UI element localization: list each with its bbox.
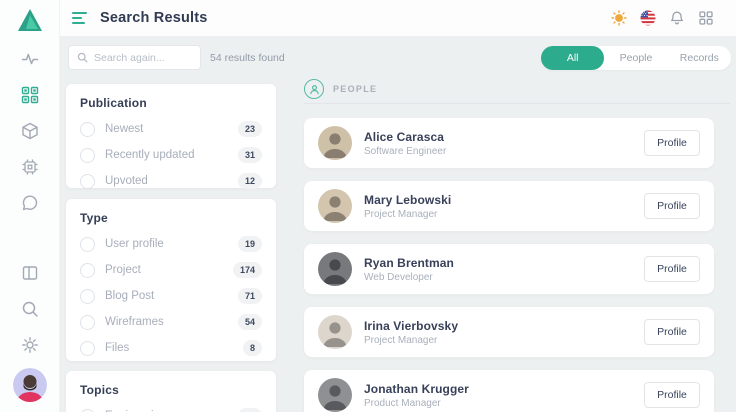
tab-people[interactable]: People xyxy=(604,46,667,70)
count-badge: 12 xyxy=(238,173,262,189)
person-role: Product Manager xyxy=(364,398,469,409)
results-count: 54 results found xyxy=(210,52,285,64)
tab-all[interactable]: All xyxy=(541,46,604,70)
theme-sun-icon[interactable] xyxy=(611,10,627,26)
person-card: Irina Vierbovsky Project Manager Profile xyxy=(304,307,714,357)
person-card: Ryan Brentman Web Developer Profile xyxy=(304,244,714,294)
filter-label: Files xyxy=(105,342,129,354)
profile-button[interactable]: Profile xyxy=(644,319,700,345)
radio-button[interactable] xyxy=(80,289,95,304)
filter-panel-topics: Topics Engineering 45 xyxy=(66,371,276,412)
filter-option-blog-post[interactable]: Blog Post 71 xyxy=(80,283,262,309)
radio-button[interactable] xyxy=(80,341,95,356)
filter-label: Newest xyxy=(105,123,143,135)
avatar xyxy=(318,315,352,349)
user-avatar[interactable] xyxy=(13,368,47,402)
person-card: Jonathan Krugger Product Manager Profile xyxy=(304,370,714,412)
person-role: Web Developer xyxy=(364,272,454,283)
radio-button[interactable] xyxy=(80,263,95,278)
divider xyxy=(304,103,730,104)
person-role: Software Engineer xyxy=(364,146,446,157)
filter-label: User profile xyxy=(105,238,164,250)
count-badge: 54 xyxy=(238,314,262,330)
profile-button[interactable]: Profile xyxy=(644,382,700,408)
filter-panel-publication: Publication Newest 23 Recently updated 3… xyxy=(66,84,276,188)
count-badge: 174 xyxy=(233,262,262,278)
person-name: Irina Vierbovsky xyxy=(364,319,458,333)
person-icon xyxy=(304,79,324,99)
filter-option-wireframes[interactable]: Wireframes 54 xyxy=(80,309,262,335)
radio-button[interactable] xyxy=(80,315,95,330)
filter-option-upvoted[interactable]: Upvoted 12 xyxy=(80,168,262,194)
panel-title: Type xyxy=(80,211,262,225)
filter-label: Blog Post xyxy=(105,290,154,302)
radio-button[interactable] xyxy=(80,409,95,412)
person-name: Alice Carasca xyxy=(364,130,446,144)
apps-grid-icon[interactable] xyxy=(698,10,714,26)
count-badge: 23 xyxy=(238,121,262,137)
tab-records[interactable]: Records xyxy=(668,46,731,70)
profile-button[interactable]: Profile xyxy=(644,256,700,282)
page-title: Search Results xyxy=(100,10,208,26)
search-icon xyxy=(77,52,88,63)
activity-icon[interactable] xyxy=(21,50,39,68)
layout-columns-icon[interactable] xyxy=(21,264,39,282)
person-role: Project Manager xyxy=(364,209,451,220)
people-results-list: Alice Carasca Software Engineer Profile … xyxy=(304,118,714,412)
search-input[interactable] xyxy=(94,52,192,64)
person-name: Ryan Brentman xyxy=(364,256,454,270)
app-logo-triangle-icon[interactable] xyxy=(17,8,43,32)
language-flag-us-icon[interactable] xyxy=(640,10,656,26)
search-icon[interactable] xyxy=(21,300,39,318)
filter-label: Wireframes xyxy=(105,316,164,328)
radio-button[interactable] xyxy=(80,237,95,252)
count-badge: 8 xyxy=(243,340,262,356)
filter-label: Recently updated xyxy=(105,149,195,161)
chat-bubble-icon[interactable] xyxy=(21,194,39,212)
search-box xyxy=(68,45,201,70)
hamburger-menu-icon[interactable] xyxy=(72,12,88,24)
filter-option-recently-updated[interactable]: Recently updated 31 xyxy=(80,142,262,168)
profile-button[interactable]: Profile xyxy=(644,193,700,219)
person-card: Alice Carasca Software Engineer Profile xyxy=(304,118,714,168)
filter-label: Upvoted xyxy=(105,175,148,187)
dashboard-grid-icon[interactable] xyxy=(21,86,39,104)
count-badge: 45 xyxy=(238,408,262,412)
person-role: Project Manager xyxy=(364,335,458,346)
filter-option-project[interactable]: Project 174 xyxy=(80,257,262,283)
filter-label: Project xyxy=(105,264,141,276)
filter-option-newest[interactable]: Newest 23 xyxy=(80,116,262,142)
avatar xyxy=(318,378,352,412)
filter-option-files[interactable]: Files 8 xyxy=(80,335,262,361)
people-section-label: PEOPLE xyxy=(333,84,377,94)
filter-option-user-profile[interactable]: User profile 19 xyxy=(80,231,262,257)
cpu-icon[interactable] xyxy=(21,158,39,176)
filter-option-engineering[interactable]: Engineering 45 xyxy=(80,403,262,412)
sidebar xyxy=(0,0,60,412)
filter-panel-type: Type User profile 19 Project 174 Blog Po… xyxy=(66,199,276,361)
radio-button[interactable] xyxy=(80,174,95,189)
settings-gear-icon[interactable] xyxy=(21,336,39,354)
package-cube-icon[interactable] xyxy=(21,122,39,140)
count-badge: 71 xyxy=(238,288,262,304)
panel-title: Publication xyxy=(80,96,262,110)
radio-button[interactable] xyxy=(80,122,95,137)
avatar xyxy=(318,252,352,286)
header: Search Results xyxy=(60,0,736,36)
profile-button[interactable]: Profile xyxy=(644,130,700,156)
radio-button[interactable] xyxy=(80,148,95,163)
panel-title: Topics xyxy=(80,383,262,397)
count-badge: 31 xyxy=(238,147,262,163)
person-card: Mary Lebowski Project Manager Profile xyxy=(304,181,714,231)
people-section-header: PEOPLE xyxy=(304,79,377,99)
person-name: Mary Lebowski xyxy=(364,193,451,207)
notifications-bell-icon[interactable] xyxy=(669,10,685,26)
results-tabs: All People Records xyxy=(541,46,731,70)
count-badge: 19 xyxy=(238,236,262,252)
avatar xyxy=(318,189,352,223)
avatar xyxy=(318,126,352,160)
person-name: Jonathan Krugger xyxy=(364,382,469,396)
